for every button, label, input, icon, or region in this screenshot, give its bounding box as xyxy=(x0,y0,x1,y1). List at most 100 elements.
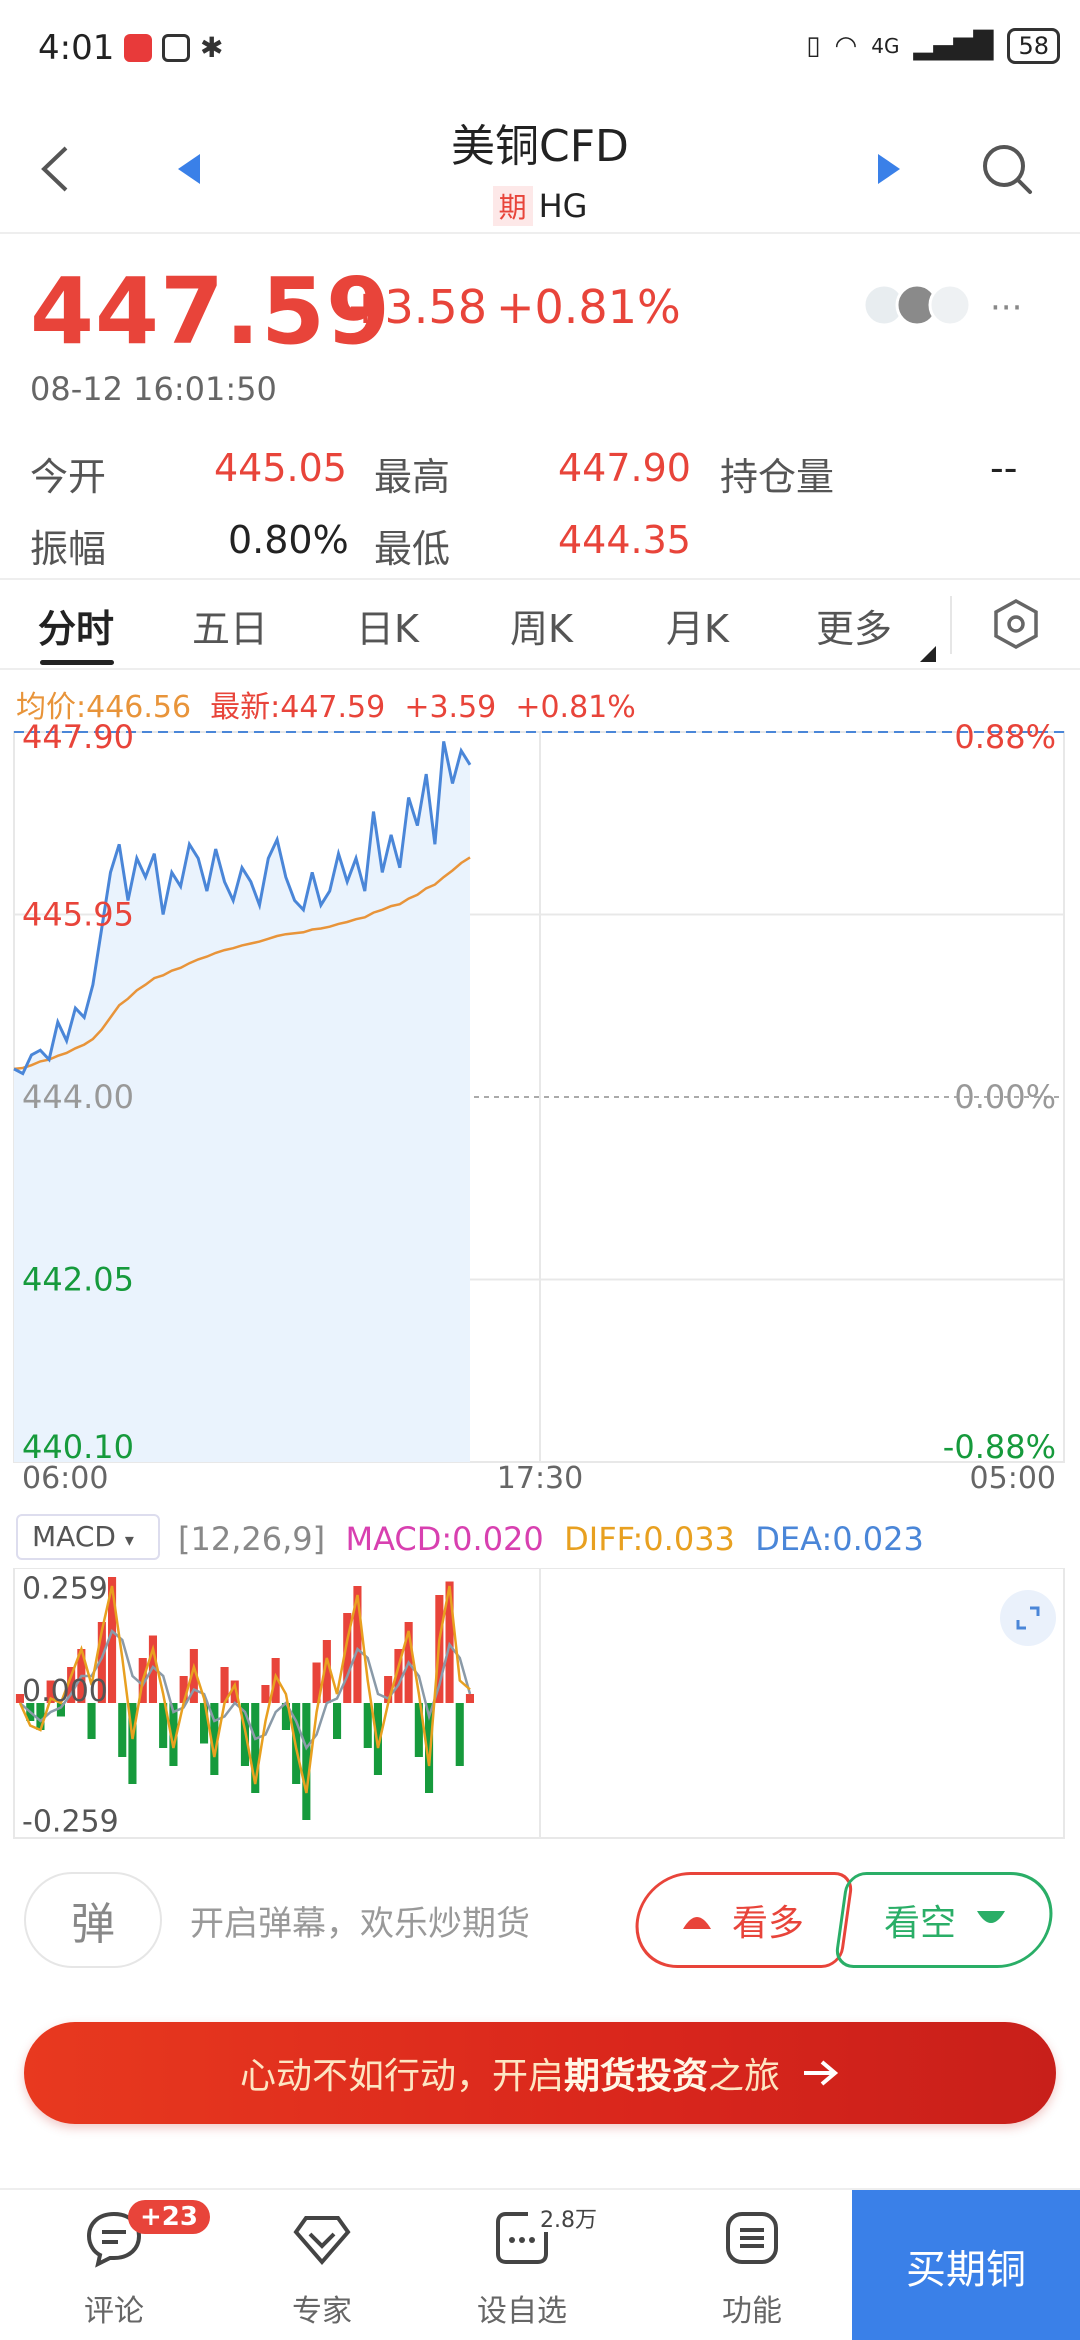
nav-experts[interactable]: 专家 xyxy=(252,2208,392,2330)
intraday-chart[interactable]: 447.90445.95444.00442.05440.100.88%0.00%… xyxy=(0,720,1080,1490)
macd-bar xyxy=(118,1703,127,1757)
amplitude-label: 振幅 xyxy=(30,527,107,571)
x-tick-label: 17:30 xyxy=(497,1461,583,1490)
expand-chart-button[interactable] xyxy=(1000,1590,1056,1646)
search-icon[interactable] xyxy=(980,142,1036,198)
danmaku-toggle-button[interactable]: 弹 xyxy=(24,1872,162,1968)
active-tab-indicator xyxy=(40,660,114,665)
network-label: 4G xyxy=(871,34,900,58)
tab-daily-k[interactable]: 日K xyxy=(356,598,419,653)
signal-icon: ▂▄▆█ xyxy=(913,31,994,61)
next-instrument-icon[interactable] xyxy=(876,152,902,186)
diff-value: DIFF:0.033 xyxy=(564,1520,735,1558)
triangle-down-icon xyxy=(977,1911,1005,1923)
quote-timestamp: 08-12 16:01:50 xyxy=(30,370,277,408)
tab-intraday[interactable]: 分时 xyxy=(38,598,114,653)
price-change: +3.58 xyxy=(346,280,487,334)
y-tick-label: 442.05 xyxy=(22,1261,134,1299)
tab-monthly-k[interactable]: 月K xyxy=(666,598,729,653)
danmaku-icon-label: 弹 xyxy=(71,1899,115,1950)
macd-params-row: [12,26,9] MACD:0.020 DIFF:0.033 DEA:0.02… xyxy=(178,1520,924,1558)
macd-bar xyxy=(261,1685,270,1703)
user-avatars[interactable] xyxy=(862,282,972,328)
x-tick-label: 05:00 xyxy=(970,1461,1056,1490)
nav-add-watchlist-label: 设自选 xyxy=(477,2294,567,2329)
indicator-name: MACD xyxy=(32,1520,116,1553)
buy-futures-button[interactable]: 买期铜 xyxy=(852,2190,1080,2340)
y-tick-label: 445.95 xyxy=(22,896,134,934)
macd-tick-label: -0.259 xyxy=(22,1805,119,1840)
macd-bar xyxy=(363,1703,372,1748)
nfc-icon xyxy=(162,34,190,62)
high-value: 447.90 xyxy=(558,446,691,490)
macd-bar xyxy=(333,1703,342,1739)
banner-text-post: 之旅 xyxy=(708,2056,781,2097)
bullish-button[interactable]: 看多 xyxy=(629,1872,855,1968)
indicator-select[interactable]: MACD ▾ xyxy=(16,1514,160,1560)
stats-divider xyxy=(0,578,1080,580)
futures-tag: 期 xyxy=(492,186,533,226)
triangle-up-icon xyxy=(682,1917,711,1929)
macd-bar xyxy=(465,1694,474,1703)
page-title: 美铜CFD xyxy=(451,121,629,172)
battery-icon: 58 xyxy=(1007,28,1060,64)
status-right: ▯ ◠ 4G ▂▄▆█ 58 xyxy=(806,28,1060,64)
x-tick-label: 06:00 xyxy=(22,1461,108,1490)
bearish-button[interactable]: 看空 xyxy=(833,1872,1059,1968)
nav-comments-label: 评论 xyxy=(84,2294,144,2329)
macd-chart[interactable]: 0.259 0.000 -0.259 xyxy=(0,1568,1080,1844)
header-divider xyxy=(0,232,1080,234)
macd-tick-label: 0.259 xyxy=(22,1571,108,1606)
low-label: 最低 xyxy=(374,527,451,571)
macd-value: MACD:0.020 xyxy=(345,1520,544,1558)
open-interest-value: -- xyxy=(990,446,1018,490)
tabs-divider xyxy=(0,668,1080,670)
macd-params: [12,26,9] xyxy=(178,1520,326,1558)
bottom-nav: 评论 +23 专家 设自选 2.8万 功能 买期铜 xyxy=(0,2188,1080,2340)
settings-icon[interactable] xyxy=(992,598,1040,650)
instrument-code: 期 HG xyxy=(0,186,1080,226)
tab-five-day[interactable]: 五日 xyxy=(192,598,268,653)
open-label: 今开 xyxy=(30,455,107,499)
nav-functions-label: 功能 xyxy=(722,2294,782,2329)
amplitude-value: 0.80% xyxy=(228,518,349,562)
arrow-right-icon xyxy=(804,2060,839,2086)
code-label: HG xyxy=(538,187,588,225)
open-interest-label: 持仓量 xyxy=(720,455,835,499)
menu-icon xyxy=(726,2212,778,2264)
pct-tick-label: 0.00% xyxy=(954,1078,1056,1116)
bearish-label: 看空 xyxy=(883,1903,956,1944)
y-tick-label: 444.00 xyxy=(22,1078,134,1116)
dea-value: DEA:0.023 xyxy=(755,1520,924,1558)
diamond-icon xyxy=(293,2216,351,2266)
tab-weekly-k[interactable]: 周K xyxy=(510,598,573,653)
banner-text-bold: 期货投资 xyxy=(563,2056,708,2097)
price-change-pct: +0.81% xyxy=(496,280,681,334)
last-price: 447.59 xyxy=(30,258,392,365)
pct-tick-label: 0.88% xyxy=(954,720,1056,756)
watchlist-count-badge: 2.8万 xyxy=(540,2208,597,2233)
danmaku-hint[interactable]: 开启弹幕，欢乐炒期货 xyxy=(190,1896,530,1945)
bullish-label: 看多 xyxy=(731,1903,804,1944)
macd-tick-label: 0.000 xyxy=(22,1674,108,1709)
low-value: 444.35 xyxy=(558,518,691,562)
comments-badge: +23 xyxy=(128,2200,210,2234)
open-value: 445.05 xyxy=(214,446,347,490)
bluetooth-icon: ✱ xyxy=(200,31,224,64)
app-notification-icon xyxy=(124,34,152,62)
chevron-down-icon: ▾ xyxy=(124,1530,134,1551)
tab-separator xyxy=(950,596,952,654)
promo-banner[interactable]: 心动不如行动，开启 期货投资 之旅 xyxy=(24,2022,1056,2124)
tab-more[interactable]: 更多 xyxy=(816,598,892,653)
notification-icons: ✱ xyxy=(124,34,223,62)
high-label: 最高 xyxy=(374,455,451,499)
banner-text-pre: 心动不如行动，开启 xyxy=(239,2056,564,2097)
tab-more-corner-icon xyxy=(920,646,936,662)
macd-bar xyxy=(455,1703,464,1766)
nav-experts-label: 专家 xyxy=(292,2294,352,2329)
nav-functions[interactable]: 功能 xyxy=(682,2208,822,2330)
expand-icon xyxy=(1016,1606,1040,1630)
more-icon[interactable]: ··· xyxy=(990,288,1022,328)
y-tick-label: 447.90 xyxy=(22,720,134,756)
status-time: 4:01 xyxy=(38,28,115,68)
